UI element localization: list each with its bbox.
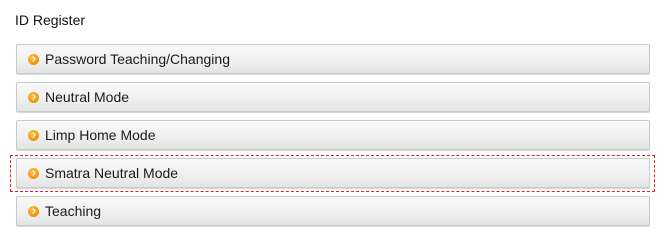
menu-item-neutral-mode[interactable]: Neutral Mode (16, 82, 650, 112)
menu-item-smatra-neutral-mode[interactable]: Smatra Neutral Mode (16, 158, 650, 188)
menu-list: Password Teaching/Changing Neutral Mode … (16, 44, 650, 234)
page-title: ID Register (15, 12, 86, 28)
menu-item-teaching[interactable]: Teaching (16, 196, 650, 226)
arrow-bullet-icon (28, 205, 39, 217)
arrow-bullet-icon (28, 91, 39, 103)
menu-item-limp-home-mode[interactable]: Limp Home Mode (16, 120, 650, 150)
arrow-bullet-icon (28, 167, 39, 179)
arrow-bullet-icon (28, 129, 39, 141)
menu-item-password-teaching-changing[interactable]: Password Teaching/Changing (16, 44, 650, 74)
menu-item-label: Teaching (45, 203, 102, 219)
menu-item-label: Neutral Mode (45, 89, 130, 105)
menu-item-label: Password Teaching/Changing (45, 51, 230, 67)
menu-item-label: Limp Home Mode (45, 127, 156, 143)
menu-item-label: Smatra Neutral Mode (45, 165, 179, 181)
arrow-bullet-icon (28, 53, 39, 65)
